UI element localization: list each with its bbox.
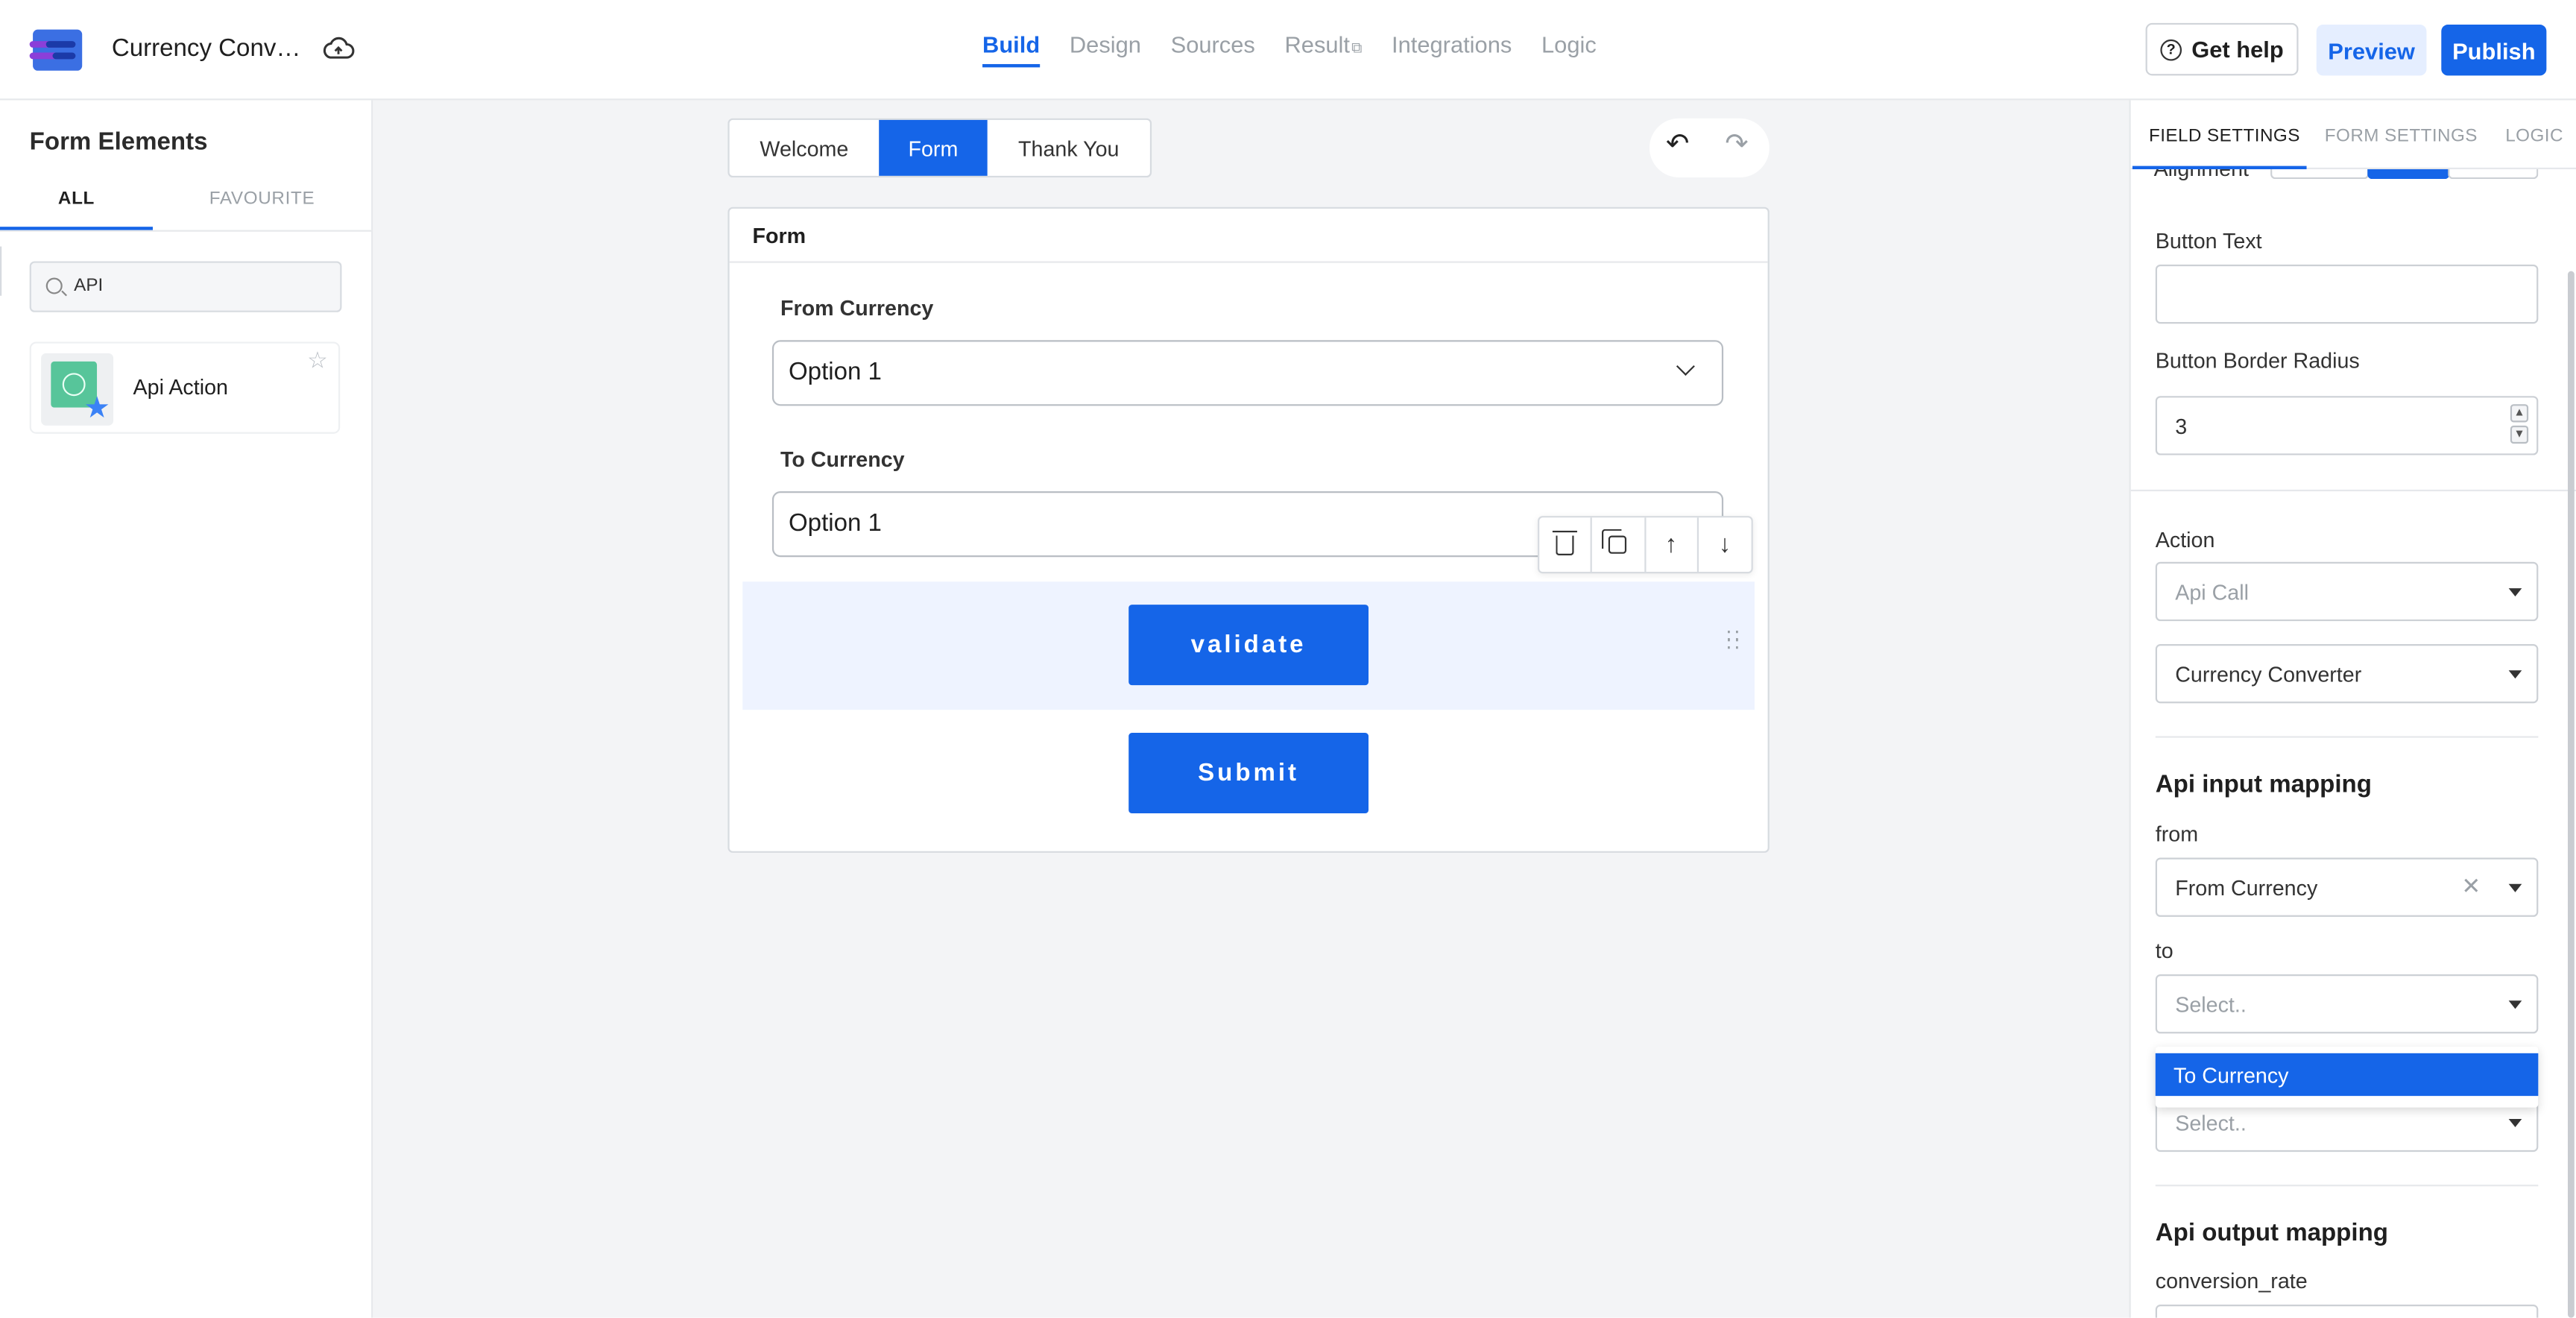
button-text-input[interactable] <box>2155 264 2539 324</box>
undo-icon[interactable]: ↶ <box>1666 128 1689 161</box>
from-currency-label: From Currency <box>780 295 934 321</box>
to-currency-value: Option 1 <box>788 509 882 537</box>
tab-field-settings[interactable]: FIELD SETTINGS <box>2149 127 2300 146</box>
from-mapping-select[interactable]: From Currency ✕ <box>2155 857 2539 917</box>
panel-title: Form Elements <box>29 127 208 157</box>
action-placeholder: Api Call <box>2175 580 2249 605</box>
star-badge-icon: ★ <box>83 391 110 424</box>
preview-button[interactable]: Preview <box>2316 25 2427 76</box>
to-mapping-dropdown: To Currency <box>2155 1047 2539 1108</box>
search-value: API <box>74 276 104 296</box>
caret-down-icon <box>2508 670 2522 679</box>
input-mapping-heading: Api input mapping <box>2155 770 2372 799</box>
nav-tab-build[interactable]: Build <box>982 31 1041 68</box>
help-circle-icon: ? <box>2160 38 2182 60</box>
element-search-input[interactable]: API <box>29 261 342 312</box>
tab-form-settings[interactable]: FORM SETTINGS <box>2325 127 2478 146</box>
segment-welcome[interactable]: Welcome <box>730 120 880 176</box>
nav-tab-logic[interactable]: Logic <box>1541 31 1597 67</box>
segment-thank-you[interactable]: Thank You <box>988 120 1150 176</box>
active-tab-indicator <box>0 227 153 230</box>
delete-button[interactable] <box>1539 517 1593 573</box>
app-logo[interactable] <box>29 29 83 71</box>
get-help-button[interactable]: ? Get help <box>2145 22 2299 76</box>
extra-mapping-placeholder: Select.. <box>2175 1110 2247 1136</box>
output-mapping-heading: Api output mapping <box>2155 1219 2388 1247</box>
action-label: Action <box>2155 527 2215 552</box>
output-field-label: conversion_rate <box>2155 1268 2308 1293</box>
to-currency-label: To Currency <box>780 447 905 472</box>
arrow-down-icon: ↓ <box>1718 530 1731 559</box>
caret-down-icon <box>2508 1000 2522 1009</box>
to-mapping-placeholder: Select.. <box>2175 992 2247 1018</box>
number-stepper[interactable]: ▲ ▼ <box>2510 404 2530 447</box>
submit-button[interactable]: Submit <box>1128 733 1369 814</box>
publish-button[interactable]: Publish <box>2441 25 2547 76</box>
nav-tab-design[interactable]: Design <box>1070 31 1141 67</box>
trash-icon <box>1553 529 1578 555</box>
duplicate-button[interactable] <box>1592 517 1646 573</box>
api-action-icon: ★ <box>41 353 114 426</box>
nav-tab-result[interactable]: Result ⧉ <box>1285 31 1363 67</box>
section-divider <box>2155 1185 2539 1187</box>
chevron-down-icon <box>1676 357 1695 376</box>
segment-form[interactable]: Form <box>879 119 988 176</box>
validate-button[interactable]: validate <box>1128 605 1369 686</box>
element-card-api-action[interactable]: ★ Api Action ☆ <box>29 341 341 434</box>
settings-scrollbar[interactable] <box>2568 271 2575 1318</box>
cloud-save-icon[interactable] <box>322 34 355 64</box>
caret-down-icon <box>2508 1118 2522 1128</box>
get-help-label: Get help <box>2191 36 2284 63</box>
to-mapping-select[interactable]: Select.. <box>2155 974 2539 1034</box>
output-mapping-select[interactable] <box>2155 1305 2539 1318</box>
nav-tab-result-label: Result <box>1284 31 1350 58</box>
redo-icon[interactable]: ↷ <box>1725 128 1748 161</box>
api-select[interactable]: Currency Converter <box>2155 644 2539 704</box>
nav-tab-sources[interactable]: Sources <box>1171 31 1255 67</box>
move-down-button[interactable]: ↓ <box>1698 517 1751 572</box>
from-mapping-label: from <box>2155 822 2199 847</box>
copy-icon <box>1602 529 1627 554</box>
form-card-title: Form <box>729 209 1768 263</box>
search-icon <box>45 277 63 294</box>
panel-edge <box>0 246 2 296</box>
external-link-icon: ⧉ <box>1351 39 1363 56</box>
move-up-button[interactable]: ↑ <box>1645 517 1699 573</box>
border-radius-value: 3 <box>2175 414 2188 439</box>
history-controls: ↶ ↷ <box>1649 118 1770 178</box>
field-toolbar: ↑ ↓ <box>1538 516 1753 574</box>
tab-favourite[interactable]: FAVOURITE <box>153 189 371 208</box>
from-currency-select[interactable]: Option 1 <box>771 340 1724 406</box>
clear-icon[interactable]: ✕ <box>2461 872 2481 900</box>
drag-handle-icon[interactable]: ∷ ∷ <box>1727 626 1740 656</box>
active-settings-tab-indicator <box>2132 165 2307 170</box>
button-text-label: Button Text <box>2155 228 2262 253</box>
border-radius-label: Button Border Radius <box>2155 348 2360 373</box>
api-select-value: Currency Converter <box>2175 662 2362 687</box>
to-mapping-label: to <box>2155 938 2174 963</box>
action-select[interactable]: Api Call <box>2155 561 2539 622</box>
settings-tabs: FIELD SETTINGS FORM SETTINGS LOGIC <box>2130 100 2576 170</box>
from-mapping-value: From Currency <box>2175 875 2318 901</box>
page-switcher: Welcome Form Thank You <box>727 118 1152 178</box>
top-bar: Currency Conve... Build Design Sources R… <box>0 0 2576 101</box>
form-elements-panel: Form Elements ALL FAVOURITE API ★ Api Ac… <box>0 100 373 1318</box>
settings-panel: FIELD SETTINGS FORM SETTINGS LOGIC Align… <box>2129 100 2576 1318</box>
form-title[interactable]: Currency Conve... <box>112 34 306 62</box>
caret-down-icon <box>2508 588 2522 597</box>
caret-down-icon <box>2508 883 2522 892</box>
main-nav: Build Design Sources Result ⧉ Integration… <box>982 31 1597 68</box>
tab-logic[interactable]: LOGIC <box>2505 127 2563 146</box>
border-radius-input[interactable]: 3 ▲ ▼ <box>2155 396 2539 455</box>
element-label: Api Action <box>133 374 228 400</box>
from-currency-value: Option 1 <box>788 358 882 386</box>
nav-tab-integrations[interactable]: Integrations <box>1392 31 1512 67</box>
tab-all[interactable]: ALL <box>0 189 153 208</box>
arrow-up-icon: ↑ <box>1664 530 1678 559</box>
section-divider <box>2155 736 2539 738</box>
element-tabs: ALL FAVOURITE <box>0 179 372 232</box>
favourite-star-icon[interactable]: ☆ <box>307 347 328 374</box>
dropdown-option-to-currency[interactable]: To Currency <box>2155 1053 2539 1097</box>
section-divider <box>2130 489 2576 492</box>
